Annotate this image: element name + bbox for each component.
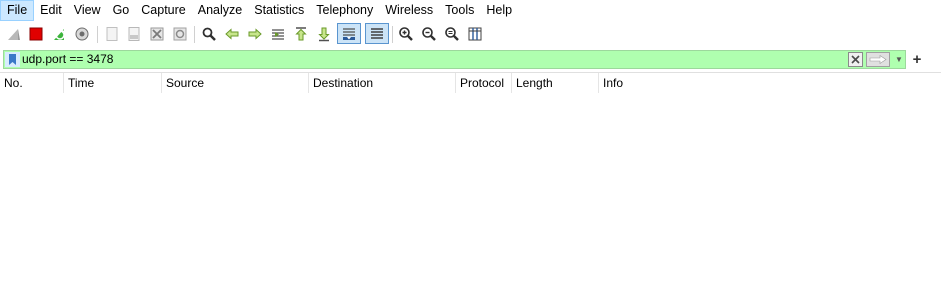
column-header-no[interactable]: No. <box>0 73 64 93</box>
chevron-down-icon: ▼ <box>895 55 903 64</box>
go-first-packet-button[interactable] <box>291 24 311 44</box>
capture-options-button[interactable] <box>72 24 92 44</box>
auto-scroll-icon <box>343 27 355 40</box>
packet-list-header: No. Time Source Destination Protocol Len… <box>0 73 941 93</box>
column-header-destination[interactable]: Destination <box>309 73 456 93</box>
toolbar-separator <box>194 26 195 43</box>
open-file-icon <box>106 27 118 41</box>
menu-telephony[interactable]: Telephony <box>310 0 379 21</box>
filter-bookmark-icon[interactable] <box>5 52 20 67</box>
go-back-icon <box>225 28 239 40</box>
packet-list-body[interactable] <box>0 93 941 300</box>
clear-filter-icon[interactable] <box>848 52 863 67</box>
menu-capture[interactable]: Capture <box>135 0 191 21</box>
menu-go[interactable]: Go <box>107 0 136 21</box>
shark-fin-start-icon <box>8 29 20 40</box>
display-filter-bar: ▼ + <box>0 48 941 72</box>
open-file-button[interactable] <box>102 24 122 44</box>
resize-columns-icon <box>468 27 482 41</box>
go-last-packet-icon <box>318 27 330 42</box>
zoom-normal-button[interactable] <box>442 24 462 44</box>
plus-icon: + <box>912 51 922 68</box>
start-capture-button[interactable] <box>4 24 24 44</box>
restart-capture-icon <box>54 29 65 40</box>
close-file-icon <box>150 27 164 41</box>
menu-analyze[interactable]: Analyze <box>192 0 248 21</box>
menu-statistics[interactable]: Statistics <box>248 0 310 21</box>
go-forward-icon <box>248 28 262 40</box>
colorize-icon <box>371 27 383 39</box>
column-header-info[interactable]: Info <box>599 73 941 93</box>
find-packet-icon <box>202 27 216 41</box>
toolbar-separator <box>97 26 98 43</box>
capture-options-gear-icon <box>75 27 89 41</box>
menu-bar: File Edit View Go Capture Analyze Statis… <box>0 0 941 21</box>
go-last-packet-button[interactable] <box>314 24 334 44</box>
resize-columns-button[interactable] <box>465 24 485 44</box>
display-filter-input[interactable] <box>22 51 842 68</box>
close-file-button[interactable] <box>147 24 167 44</box>
auto-scroll-button[interactable] <box>337 23 361 44</box>
go-back-button[interactable] <box>222 24 242 44</box>
stop-capture-icon <box>29 27 43 41</box>
go-forward-button[interactable] <box>245 24 265 44</box>
zoom-out-button[interactable] <box>419 24 439 44</box>
display-filter-field: ▼ <box>3 50 906 69</box>
go-to-packet-button[interactable] <box>268 24 288 44</box>
column-header-length[interactable]: Length <box>512 73 599 93</box>
menu-help[interactable]: Help <box>480 0 518 21</box>
save-file-icon <box>128 27 140 41</box>
column-header-source[interactable]: Source <box>162 73 309 93</box>
find-packet-button[interactable] <box>199 24 219 44</box>
filter-history-dropdown[interactable]: ▼ <box>894 52 904 67</box>
zoom-normal-icon <box>445 27 459 41</box>
menu-edit[interactable]: Edit <box>34 0 68 21</box>
menu-tools[interactable]: Tools <box>439 0 480 21</box>
zoom-in-icon <box>399 27 413 41</box>
menu-wireless[interactable]: Wireless <box>379 0 439 21</box>
column-header-time[interactable]: Time <box>64 73 162 93</box>
zoom-in-button[interactable] <box>396 24 416 44</box>
menu-file[interactable]: File <box>0 0 35 21</box>
restart-capture-button[interactable] <box>50 24 70 44</box>
go-first-packet-icon <box>295 27 307 41</box>
menu-view[interactable]: View <box>68 0 107 21</box>
reload-file-button[interactable] <box>170 24 190 44</box>
main-toolbar <box>0 21 941 48</box>
column-header-protocol[interactable]: Protocol <box>456 73 512 93</box>
add-filter-button[interactable]: + <box>910 50 924 69</box>
save-file-button[interactable] <box>124 24 144 44</box>
stop-capture-button[interactable] <box>26 24 46 44</box>
go-to-packet-icon <box>272 29 284 40</box>
colorize-button[interactable] <box>365 23 389 44</box>
apply-filter-arrow-icon[interactable] <box>866 52 890 67</box>
packet-list[interactable]: No. Time Source Destination Protocol Len… <box>0 72 941 300</box>
toolbar-separator <box>392 26 393 43</box>
reload-file-icon <box>173 27 187 41</box>
zoom-out-icon <box>422 27 436 41</box>
